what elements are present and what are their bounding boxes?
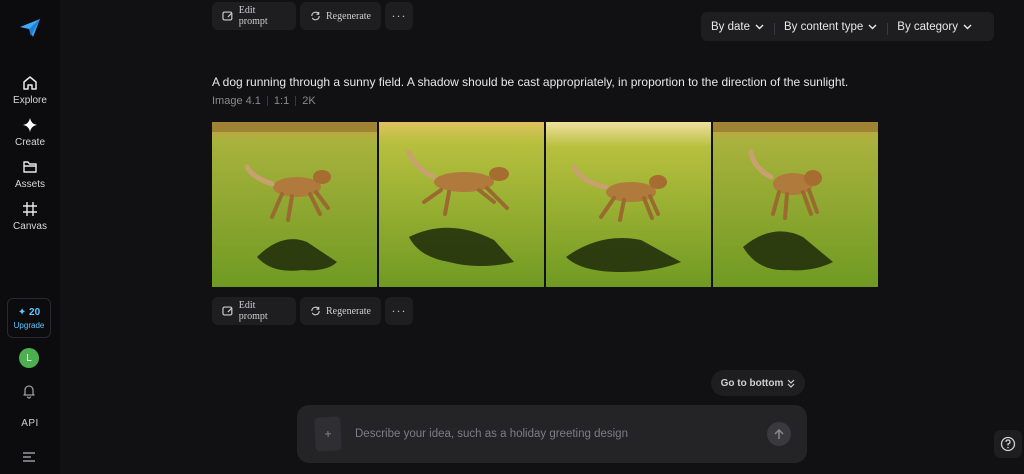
- filter-bar: By date By content type By category: [701, 12, 994, 41]
- filter-label: By category: [897, 20, 959, 33]
- regenerate-button-top[interactable]: Regenerate: [300, 2, 381, 30]
- filter-label: By date: [711, 20, 750, 33]
- folder-icon: [21, 158, 39, 176]
- canvas-icon: [21, 200, 39, 218]
- menu-icon[interactable]: [22, 451, 36, 463]
- home-icon: [21, 74, 39, 92]
- edit-prompt-button-top[interactable]: Edit prompt: [212, 2, 296, 30]
- refresh-icon: [311, 306, 320, 316]
- filter-by-category[interactable]: By category: [887, 20, 982, 35]
- more-options-button-top[interactable]: ···: [385, 2, 413, 30]
- arrow-up-icon: [774, 428, 784, 439]
- regenerate-label: Regenerate: [326, 305, 371, 317]
- refresh-icon: [311, 11, 320, 21]
- upgrade-button[interactable]: ✦ 20 Upgrade: [7, 298, 51, 338]
- divider: [295, 96, 297, 106]
- sidebar-item-create[interactable]: Create: [15, 116, 45, 148]
- generation-meta: Image 4.1 1:1 2K: [212, 95, 316, 107]
- filter-label: By content type: [784, 20, 864, 33]
- regenerate-button[interactable]: Regenerate: [300, 297, 381, 325]
- sidebar-item-assets[interactable]: Assets: [15, 158, 45, 190]
- resolution-label: 2K: [302, 95, 316, 107]
- go-to-bottom-label: Go to bottom: [720, 377, 784, 389]
- edit-icon: [222, 11, 233, 21]
- prompt-input[interactable]: [355, 428, 767, 440]
- credits-count: ✦ 20: [17, 306, 41, 318]
- edit-prompt-label: Edit prompt: [238, 5, 268, 27]
- more-options-button[interactable]: ···: [385, 297, 413, 325]
- sidebar-item-label: Canvas: [13, 221, 47, 232]
- edit-prompt-button[interactable]: Edit prompt: [212, 297, 296, 325]
- generated-image[interactable]: [546, 122, 711, 287]
- help-button[interactable]: [994, 430, 1022, 458]
- edit-icon: [222, 306, 233, 316]
- prompt-composer: +: [297, 405, 807, 463]
- generated-image[interactable]: [212, 122, 377, 287]
- avatar[interactable]: L: [19, 348, 39, 368]
- go-to-bottom-button[interactable]: Go to bottom: [711, 370, 805, 396]
- sparkle-icon: [21, 116, 39, 134]
- api-link[interactable]: API: [0, 418, 60, 429]
- sidebar: Explore Create Assets Canvas ✦ 20 Upgrad…: [0, 0, 60, 474]
- sidebar-item-label: Explore: [13, 95, 47, 106]
- sidebar-item-label: Assets: [14, 179, 45, 190]
- filter-by-content-type[interactable]: By content type: [774, 20, 887, 35]
- prompt-text: A dog running through a sunny field. A s…: [212, 75, 849, 89]
- filter-by-date[interactable]: By date: [701, 21, 774, 33]
- divider: [266, 96, 268, 106]
- generated-images: [212, 122, 878, 287]
- add-reference-button[interactable]: +: [314, 416, 342, 452]
- sidebar-item-label: Create: [14, 137, 45, 148]
- edit-prompt-label: Edit prompt: [238, 300, 268, 322]
- sidebar-item-canvas[interactable]: Canvas: [13, 200, 47, 232]
- chevron-down-icon: [963, 24, 972, 29]
- help-icon: [1000, 436, 1016, 452]
- send-button[interactable]: [767, 422, 791, 446]
- sidebar-item-explore[interactable]: Explore: [13, 74, 47, 106]
- regenerate-label: Regenerate: [326, 10, 371, 22]
- generated-image[interactable]: [713, 122, 878, 287]
- paper-plane-logo-icon[interactable]: [18, 16, 42, 40]
- generated-image[interactable]: [379, 122, 544, 287]
- upgrade-label: Upgrade: [13, 320, 45, 330]
- ratio-label: 1:1: [273, 95, 290, 107]
- chevron-down-icon: [868, 24, 877, 29]
- chevron-down-icon: [755, 24, 764, 29]
- model-label: Image 4.1: [212, 95, 261, 107]
- bell-icon[interactable]: [21, 383, 37, 399]
- plus-icon: +: [324, 426, 332, 442]
- double-chevron-down-icon: [787, 379, 795, 388]
